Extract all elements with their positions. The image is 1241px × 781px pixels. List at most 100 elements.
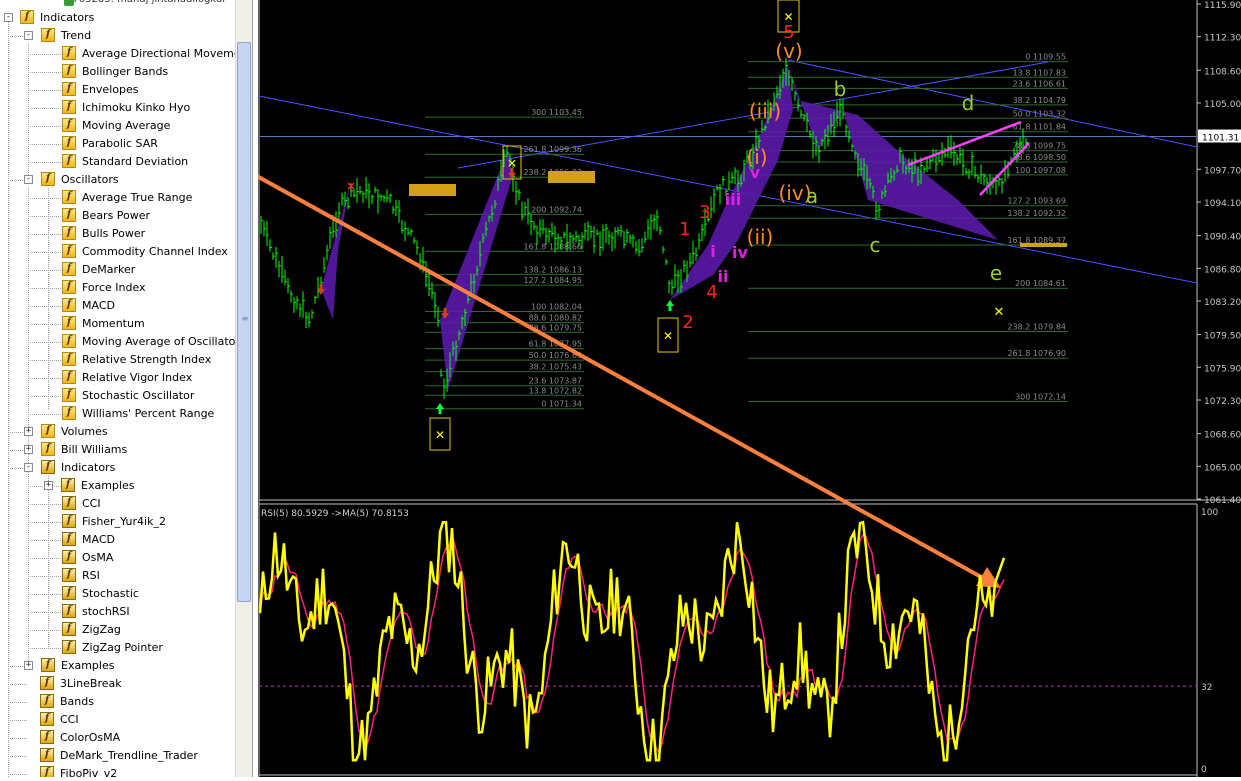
indicator-icon: f [62, 244, 76, 258]
tree-item-label: Relative Vigor Index [82, 371, 193, 384]
tree-item[interactable]: f Ichimoku Kinko Hyo [0, 99, 234, 117]
tree-item[interactable]: f Bulls Power [0, 225, 234, 243]
tree-item[interactable]: f RSI [0, 567, 234, 585]
fibo-level-label: 0 1109.55 [1025, 53, 1066, 62]
expand-icon[interactable]: + [24, 445, 33, 454]
tree-item[interactable]: f Average True Range [0, 189, 234, 207]
tree-item[interactable]: f Stochastic [0, 585, 234, 603]
custom-indicator-icon: f [62, 532, 76, 546]
tree-item[interactable]: f Moving Average of Oscillator [0, 333, 240, 351]
tree-item[interactable]: f Envelopes [0, 81, 234, 99]
tree-item-label: Stochastic Oscillator [82, 389, 195, 402]
tree-item[interactable]: f ColorOsMA [0, 729, 234, 747]
chart-canvas[interactable]: 1115.90 1112.30 1108.60 1105.00 1097.70 1094.… [169, 0, 1241, 777]
wave-label: 3 [699, 202, 710, 223]
indicator-icon: f [62, 226, 76, 240]
tree-item[interactable]: f CCI [0, 495, 234, 513]
expand-icon[interactable]: + [24, 427, 33, 436]
tree-item[interactable]: f Stochastic Oscillator [0, 387, 234, 405]
price-bars [260, 58, 1028, 399]
tree-item[interactable]: f ZigZag Pointer [0, 639, 234, 657]
tree-item[interactable]: f Momentum [0, 315, 234, 333]
tree-item[interactable]: f Bands [0, 693, 234, 711]
custom-indicator-icon: f [61, 478, 75, 492]
wave-label: a [806, 184, 818, 208]
tree-item-label: OsMA [82, 551, 114, 564]
price-scale-label: 1115.90 [1204, 1, 1241, 11]
indicator-icon: f [62, 100, 76, 114]
tree-item-label: Average True Range [82, 191, 193, 204]
indicator-icon: f [62, 46, 76, 60]
tree-item[interactable]: + f Volumes [0, 423, 234, 441]
indicator-icon: f [62, 370, 76, 384]
collapse-icon[interactable]: - [4, 13, 13, 22]
tree-item[interactable]: f ZigZag [0, 621, 234, 639]
tree-item[interactable]: f 3LineBreak [0, 675, 234, 693]
tree-item[interactable]: f MACD [0, 531, 234, 549]
rsi-scale-top: 100 [1201, 508, 1218, 518]
indicator-icon: f [41, 442, 55, 456]
custom-indicator-icon: f [62, 568, 76, 582]
navigator-scrollbar[interactable]: ≡ [235, 0, 252, 777]
tree-item-label: Oscillators [61, 173, 119, 186]
price-scale-label: 1068.60 [1204, 431, 1241, 441]
price-scale-label: 1079.50 [1204, 332, 1241, 342]
fibo-level-label: 23.6 1106.61 [1013, 79, 1066, 88]
fibo-level-label: 23.6 1073.87 [529, 377, 582, 386]
tree-item-label: Parabolic SAR [82, 137, 158, 150]
tree-item[interactable]: f Bollinger Bands [0, 63, 234, 81]
custom-indicator-icon: f [62, 496, 76, 510]
tree-item[interactable]: f Force Index [0, 279, 234, 297]
wave-label: b [834, 77, 847, 101]
fibo-level-label: 100 1097.08 [1015, 166, 1066, 175]
tree-item[interactable]: - f Indicators [0, 9, 234, 27]
indicator-icon: f [62, 136, 76, 150]
tree-item[interactable]: f stochRSI [0, 603, 234, 621]
tree-item-label: Fisher_Yur4ik_2 [82, 515, 166, 528]
chart-area[interactable]: 1115.90 1112.30 1108.60 1105.00 1097.70 1094.… [169, 0, 1241, 777]
tree-item-label: Bill Williams [61, 443, 128, 456]
tree-item[interactable]: f Relative Strength Index [0, 351, 234, 369]
tree-item[interactable]: f MACD [0, 297, 234, 315]
tree-item[interactable]: f Standard Deviation [0, 153, 234, 171]
tree-item[interactable]: f Commodity Channel Index [0, 243, 234, 261]
fibo-level-label: 127.2 1084.95 [523, 276, 582, 285]
wave-label: c [870, 233, 881, 257]
tree-item[interactable]: f Bears Power [0, 207, 234, 225]
tree-item[interactable]: f FiboPiv_v2 [0, 765, 234, 777]
scrollbar-thumb[interactable]: ≡ [237, 42, 251, 602]
tree-item[interactable]: + f Examples [0, 657, 234, 675]
tree-item[interactable]: f Moving Average [0, 117, 234, 135]
tree-item[interactable]: f Relative Vigor Index [0, 369, 234, 387]
tree-item[interactable]: - f Oscillators [0, 171, 234, 189]
tree-item[interactable]: f Average Directional Movement [0, 45, 252, 63]
tree-item[interactable]: + f Bill Williams [0, 441, 234, 459]
expand-icon[interactable]: + [44, 481, 53, 490]
tree-item-label: Average Directional Movement [82, 47, 252, 60]
tree-item[interactable]: + f Examples [0, 477, 234, 495]
wave-label: (iii) [749, 99, 781, 123]
indicator-icon: f [62, 334, 76, 348]
tree-item[interactable]: f Parabolic SAR [0, 135, 234, 153]
tree-item-label: Standard Deviation [82, 155, 189, 168]
fibo-level-label: 38.2 1075.43 [529, 363, 582, 372]
tree-item-label: Bears Power [82, 209, 151, 222]
tree-item[interactable]: - f Indicators [0, 459, 234, 477]
collapse-icon[interactable]: - [24, 175, 33, 184]
collapse-icon[interactable]: - [24, 31, 33, 40]
tree-item[interactable]: f CCI [0, 711, 234, 729]
tree-item[interactable]: - f Trend [0, 27, 234, 45]
tree-item-label: ColorOsMA [60, 731, 121, 744]
tree-item[interactable]: f OsMA [0, 549, 234, 567]
navigator-panel: 6763263: mandj jintanadilogkui-fIndicato… [0, 0, 253, 777]
collapse-icon[interactable]: - [24, 463, 33, 472]
cross-icon: ✕ [435, 428, 445, 442]
tree-item[interactable]: f Williams' Percent Range [0, 405, 234, 423]
tree-item[interactable]: f Fisher_Yur4ik_2 [0, 513, 234, 531]
tree-item-label: Stochastic [82, 587, 139, 600]
expand-icon[interactable]: + [24, 661, 33, 670]
tree-item[interactable]: f DeMark_Trendline_Trader [0, 747, 234, 765]
current-price-label: 1101.31 [1202, 134, 1239, 144]
tree-item[interactable]: f DeMarker [0, 261, 234, 279]
custom-indicator-icon: f [41, 460, 55, 474]
